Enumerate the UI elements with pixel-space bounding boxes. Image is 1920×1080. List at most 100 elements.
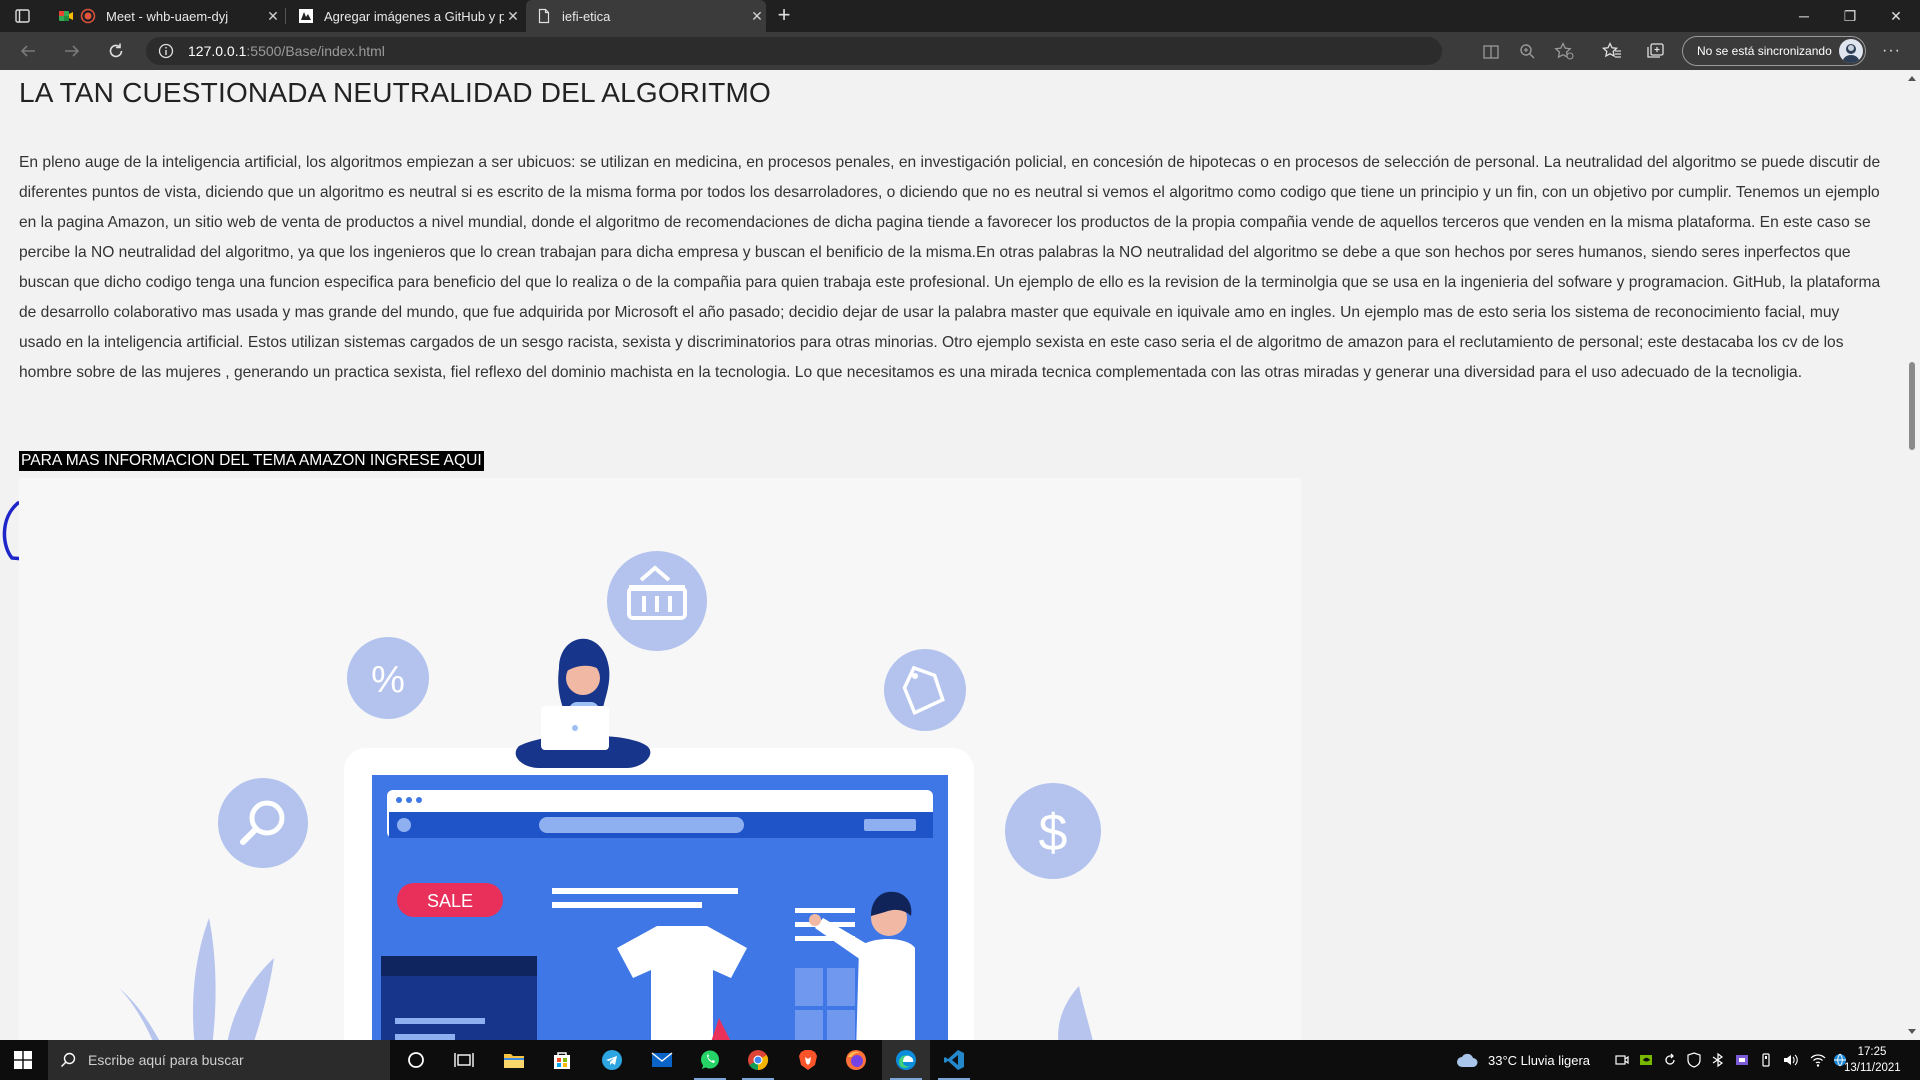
- discount-percent-icon: %: [347, 637, 429, 719]
- forward-arrow-icon: [65, 45, 80, 57]
- new-tab-button[interactable]: +: [772, 4, 796, 28]
- close-window-button[interactable]: ✕: [1874, 0, 1918, 32]
- task-view-icon: [454, 1053, 474, 1067]
- dollar-symbol: $: [1039, 804, 1068, 862]
- sync-label: No se está sincronizando: [1697, 44, 1832, 58]
- minimize-button[interactable]: ─: [1782, 0, 1826, 32]
- url-text: 127.0.0.1:5500/Base/index.html: [188, 43, 385, 59]
- zoom-icon[interactable]: [1518, 42, 1538, 60]
- forward-button[interactable]: [60, 40, 84, 62]
- weather-cloud-icon[interactable]: [1456, 1051, 1480, 1069]
- edge-icon: [896, 1050, 916, 1070]
- recording-icon: [80, 8, 96, 24]
- tab-title: Meet - whb-uaem-dyj: [106, 8, 229, 24]
- tab-meet[interactable]: Meet - whb-uaem-dyj ✕: [52, 0, 282, 32]
- start-button[interactable]: [0, 1040, 46, 1080]
- vscode-icon: [944, 1050, 964, 1070]
- article-paragraph: En pleno auge de la inteligencia artific…: [19, 154, 1881, 381]
- scrollbar-thumb[interactable]: [1909, 362, 1915, 450]
- task-view-button[interactable]: [440, 1040, 488, 1080]
- tab-github-images[interactable]: Agregar imágenes a GitHub y po ✕: [290, 0, 522, 32]
- immersive-reader-icon[interactable]: [1482, 43, 1500, 61]
- meet-icon: [59, 11, 73, 21]
- vertical-scrollbar[interactable]: [1904, 70, 1920, 1040]
- search-magnifier-icon: [218, 778, 308, 868]
- firefox-icon: [846, 1050, 866, 1070]
- cortana-button[interactable]: [392, 1040, 440, 1080]
- mail-icon: [651, 1052, 673, 1067]
- search-icon: [61, 1052, 76, 1067]
- url-path: :5500/Base/index.html: [246, 43, 385, 59]
- mail-app[interactable]: [638, 1040, 686, 1080]
- windows-logo-icon: [14, 1051, 32, 1069]
- cortana-circle-icon: [408, 1052, 424, 1068]
- folder-icon: [504, 1054, 524, 1068]
- browser-toolbar: 127.0.0.1:5500/Base/index.html No se est…: [0, 32, 1920, 70]
- collections-icon[interactable]: [1646, 42, 1666, 60]
- price-tag-icon: [884, 649, 966, 731]
- close-tab-icon[interactable]: ✕: [504, 8, 522, 25]
- ecommerce-illustration: % $ SALE: [19, 478, 1301, 1040]
- chrome-icon: [748, 1050, 769, 1071]
- woman-character: [515, 638, 651, 768]
- address-bar[interactable]: 127.0.0.1:5500/Base/index.html: [146, 37, 1499, 65]
- tab-divider: [285, 8, 286, 24]
- security-shield-icon[interactable]: [1686, 1052, 1702, 1068]
- brave-app[interactable]: [784, 1040, 832, 1080]
- windows-taskbar: Escribe aquí para buscar 33°C Lluvia lig…: [0, 1040, 1920, 1080]
- tab-iefi-etica[interactable]: iefi-etica ✕: [526, 0, 766, 32]
- wifi-icon[interactable]: [1810, 1052, 1826, 1068]
- sync-arrow-icon[interactable]: [1662, 1052, 1678, 1068]
- clock-date: 13/11/2021: [1844, 1062, 1901, 1074]
- browser-tab-bar: Meet - whb-uaem-dyj ✕ Agregar imágenes a…: [0, 0, 1920, 32]
- page-title: LA TAN CUESTIONADA NEUTRALIDAD DEL ALGOR…: [19, 77, 772, 108]
- page-icon: [538, 8, 550, 24]
- site-info-icon[interactable]: [158, 43, 174, 59]
- telegram-icon: [602, 1050, 622, 1070]
- amazon-info-link[interactable]: PARA MAS INFORMACION DEL TEMA AMAZON ING…: [19, 451, 484, 471]
- usb-device-icon[interactable]: [1758, 1052, 1774, 1068]
- basket-bubble-icon: [607, 551, 707, 651]
- back-button[interactable]: [16, 40, 40, 62]
- article-icon: [299, 9, 313, 23]
- close-tab-icon[interactable]: ✕: [748, 8, 766, 25]
- favorites-icon[interactable]: [1602, 42, 1622, 60]
- tab-actions-icon[interactable]: [10, 6, 36, 26]
- edge-app[interactable]: [882, 1040, 930, 1080]
- page-viewport: LA TAN CUESTIONADA NEUTRALIDAD DEL ALGOR…: [0, 70, 1904, 1040]
- close-tab-icon[interactable]: ✕: [264, 8, 282, 25]
- avatar: [1839, 39, 1863, 63]
- search-placeholder: Escribe aquí para buscar: [88, 1052, 244, 1068]
- bluetooth-transfer-icon[interactable]: [1710, 1052, 1726, 1068]
- nvidia-icon[interactable]: [1638, 1052, 1654, 1068]
- restore-button[interactable]: ❐: [1828, 0, 1872, 32]
- whatsapp-icon: [701, 1050, 719, 1069]
- more-options-button[interactable]: ···: [1882, 42, 1901, 60]
- clock-time: 17:25: [1857, 1046, 1887, 1058]
- percent-symbol: %: [371, 659, 405, 701]
- chrome-app[interactable]: [734, 1040, 782, 1080]
- store-app[interactable]: [538, 1040, 586, 1080]
- system-clock[interactable]: 17:25 13/11/2021: [1844, 1044, 1901, 1076]
- weather-label[interactable]: 33°C Lluvia ligera: [1488, 1040, 1590, 1080]
- taskbar-search-box[interactable]: Escribe aquí para buscar: [48, 1040, 390, 1080]
- whatsapp-app[interactable]: [686, 1040, 734, 1080]
- file-explorer-app[interactable]: [490, 1040, 538, 1080]
- firefox-app[interactable]: [832, 1040, 880, 1080]
- vscode-app[interactable]: [930, 1040, 978, 1080]
- dollar-icon: $: [1005, 783, 1101, 879]
- store-bag-icon: [554, 1052, 570, 1069]
- sync-profile-button[interactable]: No se está sincronizando: [1682, 36, 1866, 66]
- sale-label: SALE: [427, 891, 473, 911]
- scroll-down-icon[interactable]: [1907, 1028, 1917, 1036]
- reload-icon: [109, 43, 123, 58]
- volume-icon[interactable]: [1782, 1052, 1798, 1068]
- url-host: 127.0.0.1: [188, 43, 247, 59]
- meet-now-icon[interactable]: [1614, 1052, 1630, 1068]
- reload-button[interactable]: [104, 40, 128, 62]
- tab-title: iefi-etica: [562, 8, 611, 24]
- add-favorite-icon[interactable]: [1554, 42, 1574, 60]
- scroll-up-icon[interactable]: [1907, 74, 1917, 82]
- app-tray-icon[interactable]: [1734, 1052, 1750, 1068]
- telegram-app[interactable]: [588, 1040, 636, 1080]
